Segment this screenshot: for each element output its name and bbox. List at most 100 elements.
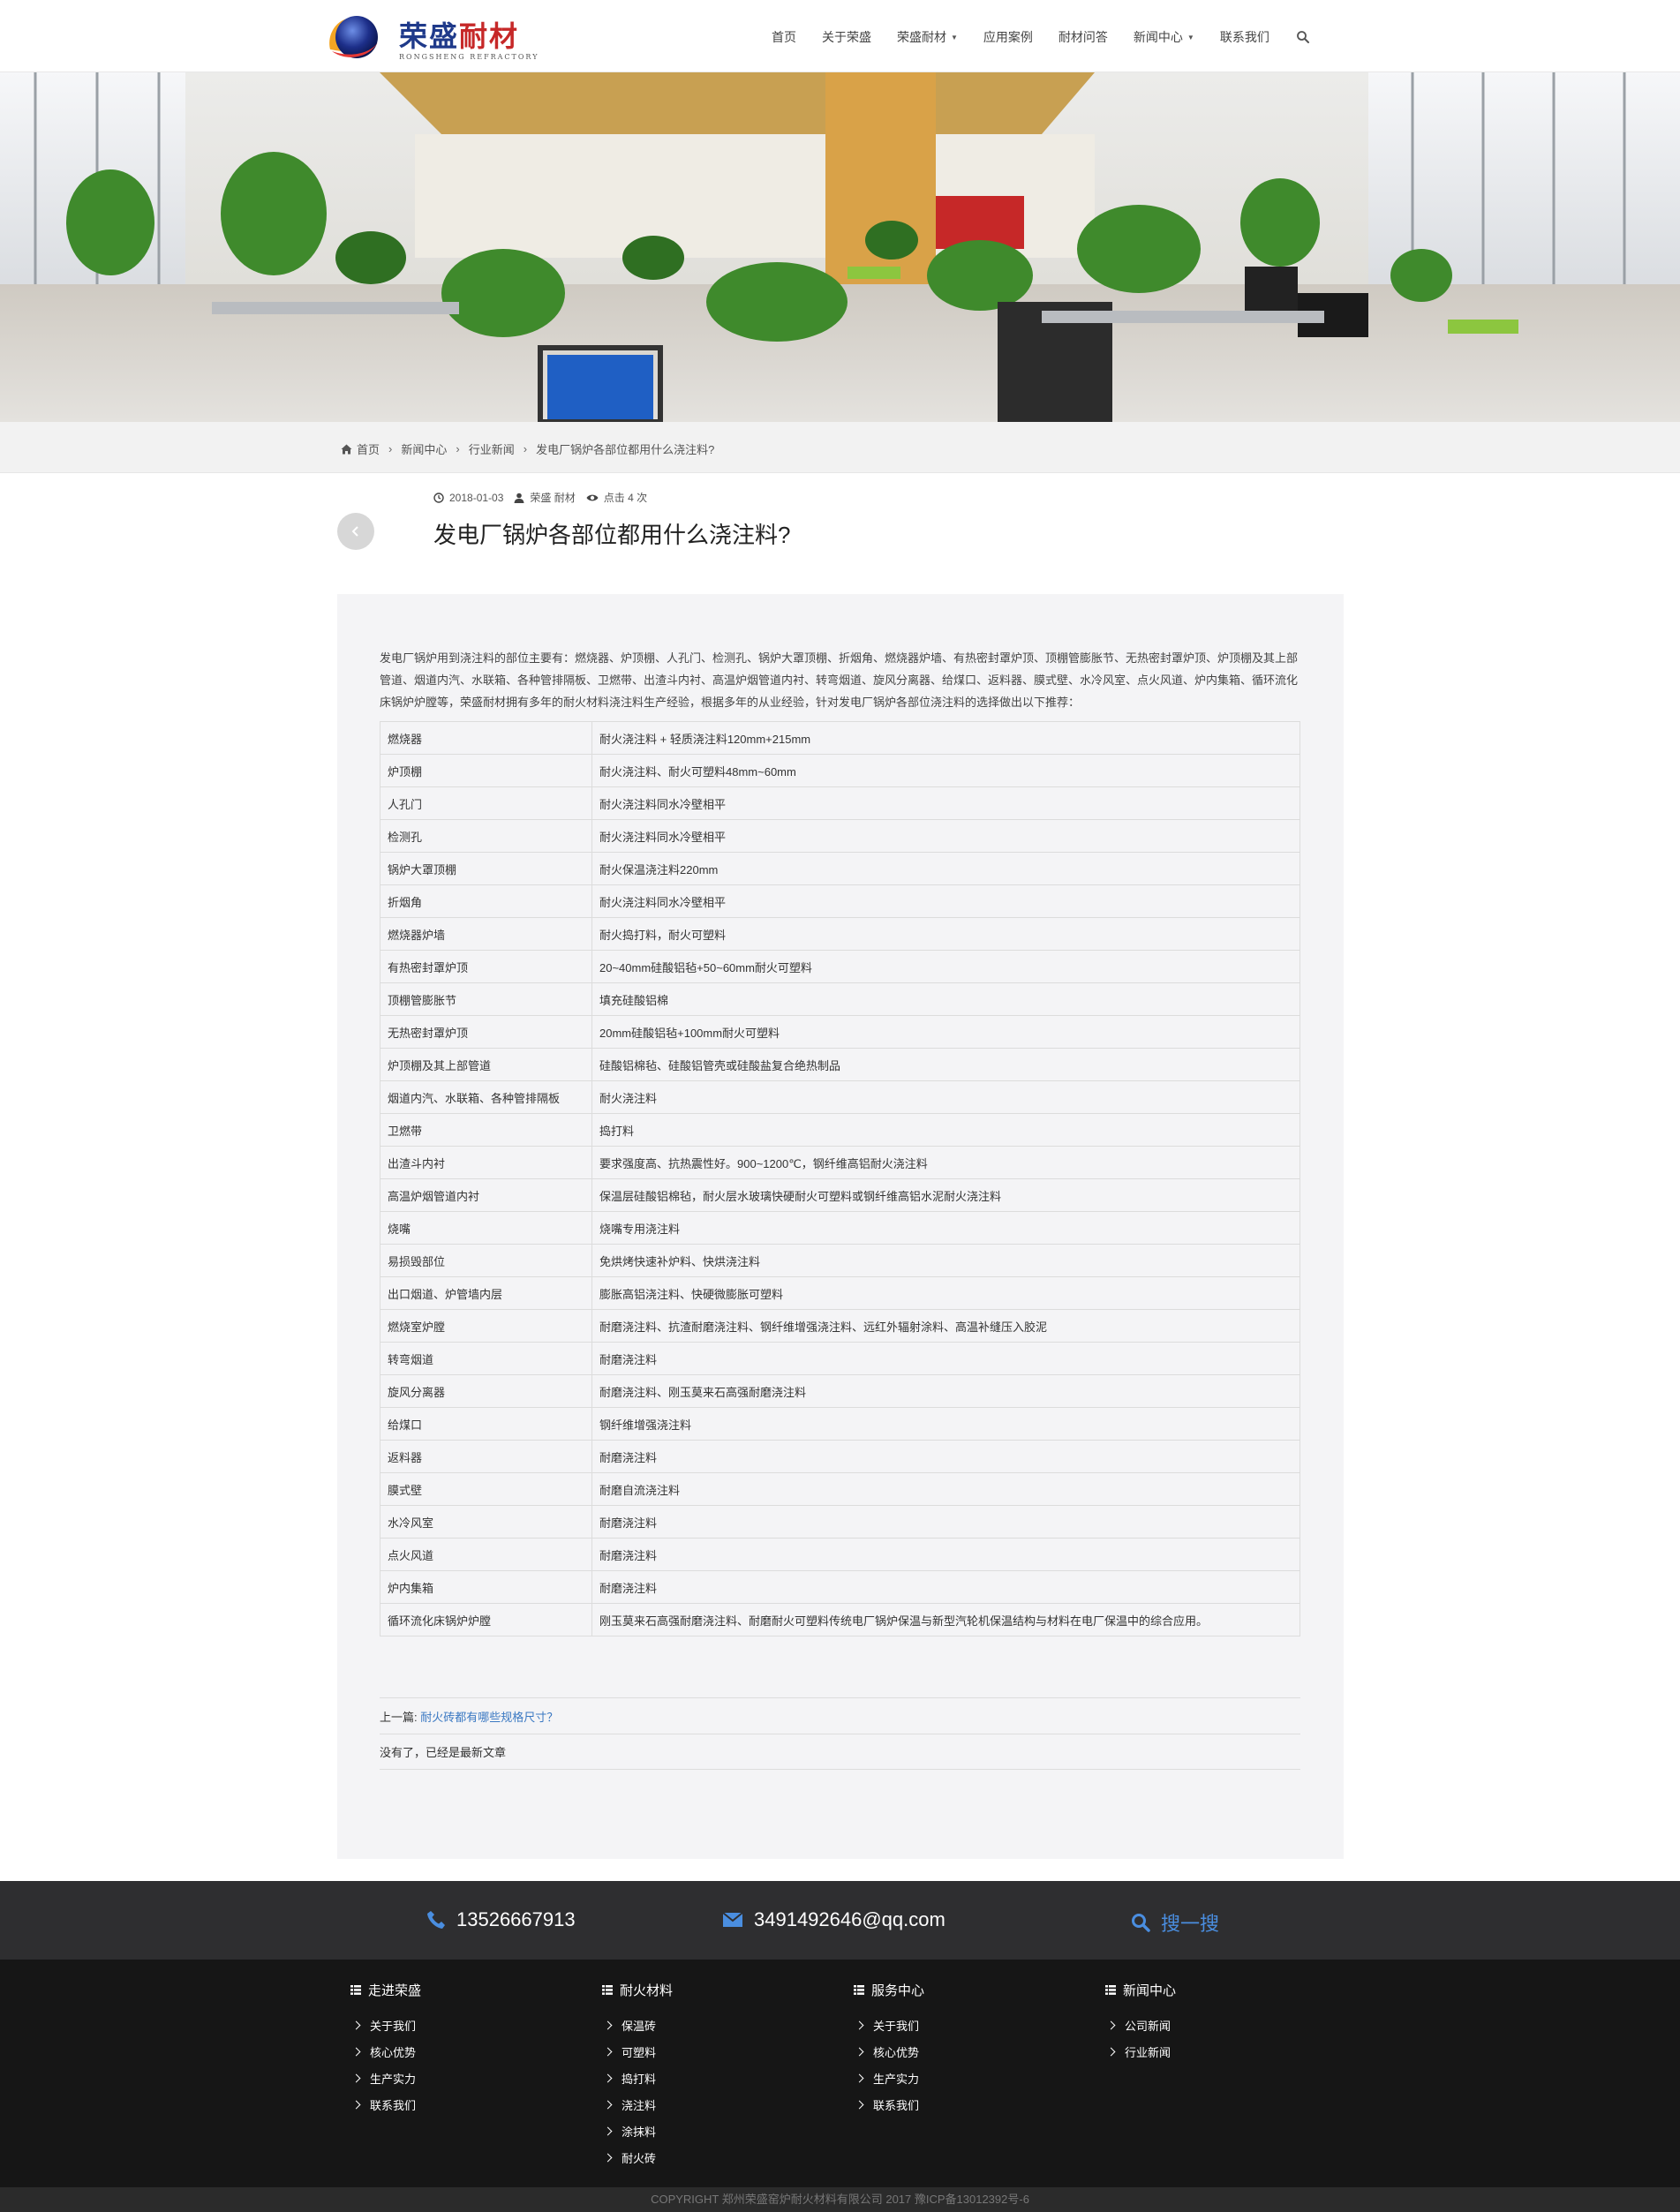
footer-link[interactable]: 联系我们 (854, 2091, 924, 2118)
footer-link[interactable]: 核心优势 (350, 2038, 421, 2065)
globe-logo-icon (329, 16, 378, 58)
footer-link[interactable]: 核心优势 (854, 2038, 924, 2065)
breadcrumb-news[interactable]: 新闻中心 (401, 440, 447, 457)
footer-link[interactable]: 公司新闻 (1105, 2012, 1176, 2038)
search-icon[interactable] (1296, 30, 1310, 44)
table-cell-part: 烧嘴 (380, 1211, 592, 1245)
table-row: 燃烧器 耐火浇注料 + 轻质浇注料120mm+215mm (380, 721, 1300, 755)
table-row: 检测孔 耐火浇注料同水冷壁相平 (380, 819, 1300, 853)
table-cell-material: 耐磨浇注料、抗渣耐磨浇注料、钢纤维增强浇注料、远红外辐射涂料、高温补缝压入胶泥 (591, 1309, 1300, 1343)
table-cell-part: 锅炉大罩顶棚 (380, 852, 592, 885)
footer-link[interactable]: 耐火砖 (602, 2144, 673, 2171)
chevron-right-icon: › (388, 442, 393, 455)
table-cell-material: 耐火浇注料 (591, 1080, 1300, 1114)
footer-link[interactable]: 可塑料 (602, 2038, 673, 2065)
email-contact[interactable]: 3491492646@qq.com (722, 1908, 945, 1931)
table-cell-part: 炉顶棚 (380, 754, 592, 787)
footer-link[interactable]: 保温砖 (602, 2012, 673, 2038)
footer-link[interactable]: 联系我们 (350, 2091, 421, 2118)
contact-band: 13526667913 3491492646@qq.com 搜一搜 (0, 1881, 1680, 1960)
nav-qa[interactable]: 耐材问答 (1058, 28, 1108, 46)
search-icon (1132, 1914, 1150, 1932)
table-cell-material: 保温层硅酸铝棉毡，耐火层水玻璃快硬耐火可塑料或钢纤维高铝水泥耐火浇注料 (591, 1178, 1300, 1212)
copyright: COPYRIGHT 郑州荣盛窑炉耐火材料有限公司 2017 豫ICP备13012… (0, 2187, 1680, 2212)
table-row: 顶棚管膨胀节 填充硅酸铝棉 (380, 982, 1300, 1016)
nav-news[interactable]: 新闻中心 ▼ (1134, 28, 1194, 46)
table-cell-part: 卫燃带 (380, 1113, 592, 1147)
next-article-text: 没有了，已经是最新文章 (380, 1746, 507, 1759)
prev-next-nav: 上一篇: 耐火砖都有哪些规格尺寸？ 没有了，已经是最新文章 (380, 1697, 1300, 1770)
table-cell-part: 炉内集箱 (380, 1570, 592, 1604)
footer-col-news: 新闻中心 公司新闻 行业新闻 (1105, 1981, 1176, 2065)
logo-text: 荣盛耐材 (399, 19, 520, 53)
table-cell-material: 耐磨浇注料 (591, 1570, 1300, 1604)
list-icon (350, 1985, 361, 1995)
phone-contact[interactable]: 13526667913 (426, 1908, 576, 1931)
list-icon (854, 1985, 864, 1995)
table-cell-part: 无热密封罩炉顶 (380, 1015, 592, 1049)
list-icon (1105, 1985, 1116, 1995)
table-cell-material: 填充硅酸铝棉 (591, 982, 1300, 1016)
table-row: 有热密封罩炉顶 20~40mm硅酸铝毡+50~60mm耐火可塑料 (380, 950, 1300, 983)
refractory-table: 燃烧器 耐火浇注料 + 轻质浇注料120mm+215mm 炉顶棚 耐火浇注料、耐火可塑… (380, 721, 1300, 1636)
footer-link[interactable]: 生产实力 (350, 2065, 421, 2091)
table-cell-part: 返料器 (380, 1440, 592, 1473)
caret-down-icon: ▼ (951, 33, 958, 41)
footer-link[interactable]: 捣打料 (602, 2065, 673, 2091)
table-row: 无热密封罩炉顶 20mm硅酸铝毡+100mm耐火可塑料 (380, 1015, 1300, 1049)
nav-cases[interactable]: 应用案例 (983, 28, 1033, 46)
table-cell-part: 高温炉烟管道内衬 (380, 1178, 592, 1212)
breadcrumb-bar: 首页 › 新闻中心 › 行业新闻 › 发电厂锅炉各部位都用什么浇注料? (0, 422, 1680, 473)
table-row: 出渣斗内衬 要求强度高、抗热震性好。900~1200℃，钢纤维高铝耐火浇注料 (380, 1146, 1300, 1179)
eye-icon (586, 494, 599, 500)
search-contact[interactable]: 搜一搜 (1131, 1908, 1219, 1937)
prev-article-link[interactable]: 耐火砖都有哪些规格尺寸？ (420, 1708, 558, 1725)
table-row: 炉顶棚及其上部管道 硅酸铝棉毡、硅酸铝管壳或硅酸盐复合绝热制品 (380, 1048, 1300, 1081)
table-cell-part: 燃烧室炉膛 (380, 1309, 592, 1343)
footer-link[interactable]: 生产实力 (854, 2065, 924, 2091)
table-row: 出口烟道、炉管墙内层 膨胀高铝浇注料、快硬微膨胀可塑料 (380, 1276, 1300, 1310)
footer-link[interactable]: 关于我们 (854, 2012, 924, 2038)
user-icon (514, 493, 524, 503)
table-cell-part: 人孔门 (380, 786, 592, 820)
table-row: 烟道内汽、水联箱、各种管排隔板 耐火浇注料 (380, 1080, 1300, 1114)
table-cell-material: 20mm硅酸铝毡+100mm耐火可塑料 (591, 1015, 1300, 1049)
article-intro: 发电厂锅炉用到浇注料的部位主要有：燃烧器、炉顶棚、人孔门、检测孔、锅炉大罩顶棚、… (380, 651, 1299, 709)
breadcrumb-home[interactable]: 首页 (357, 440, 380, 457)
footer-col-about: 走进荣盛 关于我们 核心优势 生产实力 联系我们 (350, 1981, 421, 2118)
caret-down-icon: ▼ (1187, 33, 1194, 41)
table-cell-part: 旋风分离器 (380, 1374, 592, 1408)
table-cell-material: 硅酸铝棉毡、硅酸铝管壳或硅酸盐复合绝热制品 (591, 1048, 1300, 1081)
breadcrumb-industry-news[interactable]: 行业新闻 (469, 440, 515, 457)
table-row: 人孔门 耐火浇注料同水冷壁相平 (380, 786, 1300, 820)
site-logo[interactable]: 荣盛耐材 RONGSHENG REFRACTORY (325, 9, 538, 64)
table-cell-part: 水冷风室 (380, 1505, 592, 1539)
table-cell-material: 耐火浇注料同水冷壁相平 (591, 884, 1300, 918)
logo-subtext: RONGSHENG REFRACTORY (399, 53, 539, 61)
table-row: 易损毁部位 免烘烤快速补炉料、快烘浇注料 (380, 1244, 1300, 1277)
footer-link[interactable]: 关于我们 (350, 2012, 421, 2038)
table-row: 旋风分离器 耐磨浇注料、刚玉莫来石高强耐磨浇注料 (380, 1374, 1300, 1408)
nav-home[interactable]: 首页 (772, 28, 796, 46)
table-cell-part: 检测孔 (380, 819, 592, 853)
table-cell-material: 耐火浇注料同水冷壁相平 (591, 786, 1300, 820)
breadcrumb-current: 发电厂锅炉各部位都用什么浇注料? (536, 443, 715, 456)
nav-products[interactable]: 荣盛耐材 ▼ (897, 28, 958, 46)
nav-about[interactable]: 关于荣盛 (822, 28, 871, 46)
table-cell-part: 燃烧器炉墙 (380, 917, 592, 951)
nav-contact[interactable]: 联系我们 (1220, 28, 1269, 46)
table-cell-part: 燃烧器 (380, 721, 592, 755)
table-row: 烧嘴 烧嘴专用浇注料 (380, 1211, 1300, 1245)
table-cell-material: 要求强度高、抗热震性好。900~1200℃，钢纤维高铝耐火浇注料 (591, 1146, 1300, 1179)
footer-col-materials: 耐火材料 保温砖 可塑料 捣打料 浇注料 涂抹料 耐火砖 (602, 1981, 673, 2171)
table-cell-material: 捣打料 (591, 1113, 1300, 1147)
footer-link[interactable]: 行业新闻 (1105, 2038, 1176, 2065)
footer-link[interactable]: 涂抹料 (602, 2118, 673, 2144)
phone-number: 13526667913 (456, 1908, 576, 1930)
table-row: 水冷风室 耐磨浇注料 (380, 1505, 1300, 1539)
footer-link[interactable]: 浇注料 (602, 2091, 673, 2118)
table-cell-material: 耐磨浇注料 (591, 1505, 1300, 1539)
back-button[interactable] (337, 513, 374, 550)
hero-banner-image (0, 72, 1680, 422)
chevron-right-icon: › (523, 442, 528, 455)
